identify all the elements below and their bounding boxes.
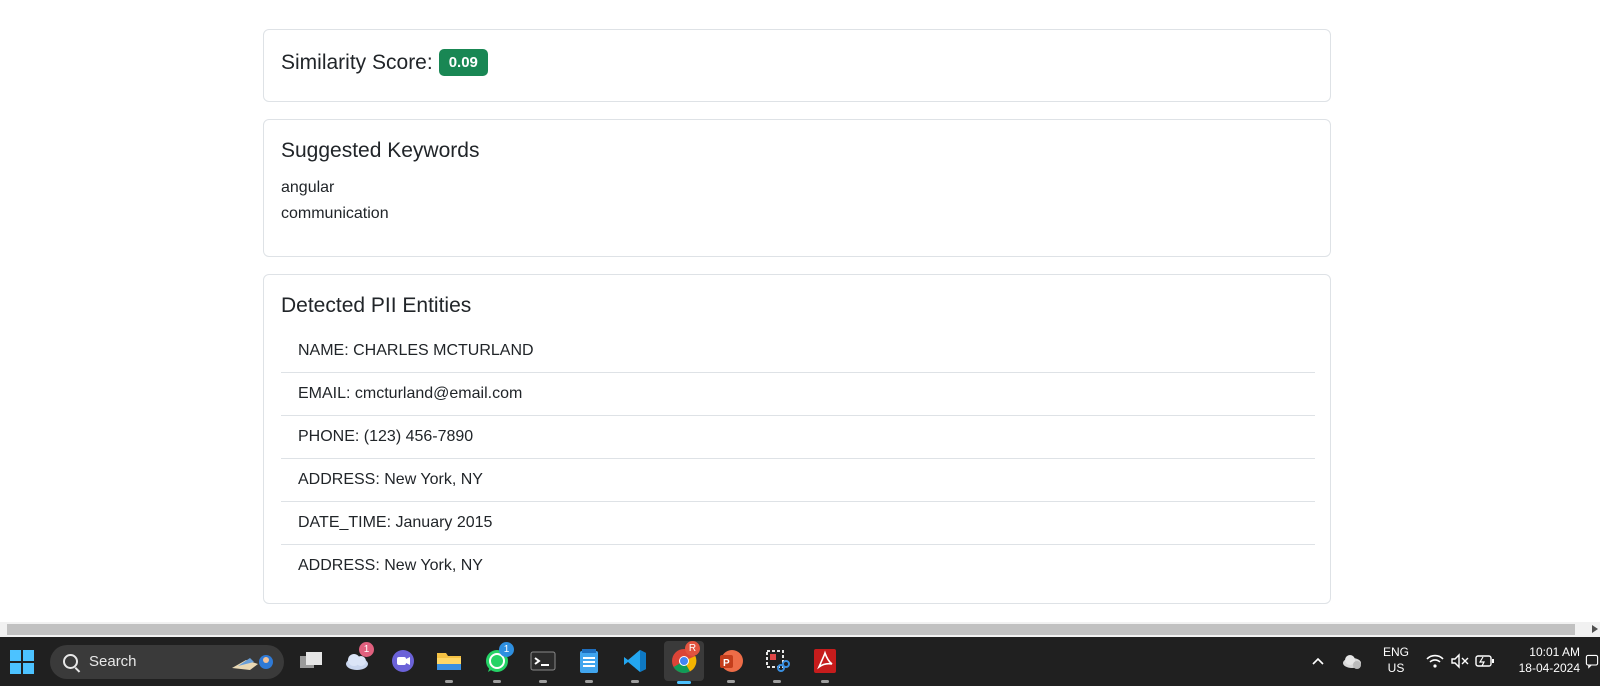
- pii-list-item: ADDRESS: New York, NY: [298, 557, 483, 574]
- running-indicator: [445, 680, 453, 683]
- keyword-list: angular communication: [281, 175, 389, 227]
- language-code: ENG: [1382, 645, 1409, 659]
- running-indicator: [773, 680, 781, 683]
- wifi-icon[interactable]: [1424, 646, 1446, 676]
- similarity-score-heading: Similarity Score: 0.09: [281, 49, 488, 76]
- weather-notification-badge: 1: [359, 642, 374, 657]
- running-indicator: [493, 680, 501, 683]
- vscode-icon[interactable]: [620, 646, 650, 683]
- powerpoint-icon[interactable]: P: [716, 646, 746, 683]
- search-placeholder: Search: [89, 653, 137, 670]
- suggested-keywords-title: Suggested Keywords: [281, 139, 480, 162]
- battery-icon[interactable]: [1474, 646, 1496, 676]
- snipping-tool-icon[interactable]: [762, 646, 792, 683]
- windows-start-button[interactable]: [10, 650, 34, 674]
- notepad-icon[interactable]: [574, 646, 604, 683]
- keyboard-region: US: [1387, 661, 1405, 675]
- pii-list: NAME: CHARLES MCTURLAND EMAIL: cmcturlan…: [281, 330, 1315, 588]
- system-clock[interactable]: 10:01 AM 18-04-2024: [1508, 644, 1580, 676]
- chrome-icon[interactable]: R: [664, 641, 704, 684]
- running-indicator: [539, 680, 547, 683]
- running-indicator: [585, 680, 593, 683]
- taskbar-search-box[interactable]: Search: [50, 645, 284, 679]
- weather-icon[interactable]: 1: [342, 642, 374, 676]
- chrome-profile-badge: R: [685, 641, 700, 656]
- scrollbar-thumb[interactable]: [7, 624, 1575, 635]
- keyword-item: communication: [281, 205, 389, 222]
- taskbar: Search 1 1 R P ENG US 10:01 AM 18-04-202…: [0, 637, 1600, 686]
- suggested-keywords-card: Suggested Keywords angular communication: [263, 119, 1331, 257]
- scroll-right-arrow-icon[interactable]: [1592, 625, 1598, 633]
- language-indicator[interactable]: ENG US: [1380, 644, 1412, 676]
- running-indicator: [631, 680, 639, 683]
- active-indicator: [677, 681, 691, 684]
- svg-text:P: P: [723, 658, 730, 669]
- search-icon: [63, 654, 78, 669]
- running-indicator: [821, 680, 829, 683]
- pii-list-item: EMAIL: cmcturland@email.com: [281, 373, 1315, 416]
- keyword-item: angular: [281, 179, 335, 196]
- search-highlight-art-icon: [232, 655, 273, 670]
- notification-center-icon[interactable]: [1584, 646, 1600, 676]
- pii-list-item: NAME: CHARLES MCTURLAND: [281, 330, 1315, 373]
- similarity-score-badge: 0.09: [438, 49, 488, 76]
- pii-entities-card: Detected PII Entities NAME: CHARLES MCTU…: [263, 274, 1331, 604]
- similarity-score-card: Similarity Score: 0.09: [263, 29, 1331, 102]
- pii-list-item: ADDRESS: New York, NY: [281, 459, 1315, 502]
- file-explorer-icon[interactable]: [434, 646, 464, 683]
- clock-time: 10:01 AM: [1529, 645, 1580, 659]
- terminal-icon[interactable]: [528, 646, 558, 683]
- clock-date: 18-04-2024: [1518, 661, 1580, 675]
- whatsapp-notification-badge: 1: [499, 642, 514, 657]
- horizontal-scrollbar[interactable]: [0, 622, 1600, 637]
- meet-icon[interactable]: [388, 646, 418, 676]
- running-indicator: [727, 680, 735, 683]
- chevron-up-icon[interactable]: [1308, 646, 1328, 676]
- whatsapp-icon[interactable]: 1: [482, 642, 514, 683]
- volume-muted-icon[interactable]: [1449, 646, 1471, 676]
- pii-list-item: PHONE: (123) 456-7890: [281, 416, 1315, 459]
- windows-logo-icon: [10, 650, 21, 661]
- similarity-score-label: Similarity Score:: [281, 50, 433, 74]
- onedrive-cloud-icon[interactable]: [1340, 646, 1364, 676]
- acrobat-icon[interactable]: [810, 646, 840, 683]
- pii-list-item: DATE_TIME: January 2015: [281, 502, 1315, 545]
- page-content: Similarity Score: 0.09 Suggested Keyword…: [0, 0, 1600, 622]
- task-view-icon[interactable]: [296, 646, 326, 676]
- pii-entities-title: Detected PII Entities: [281, 294, 472, 317]
